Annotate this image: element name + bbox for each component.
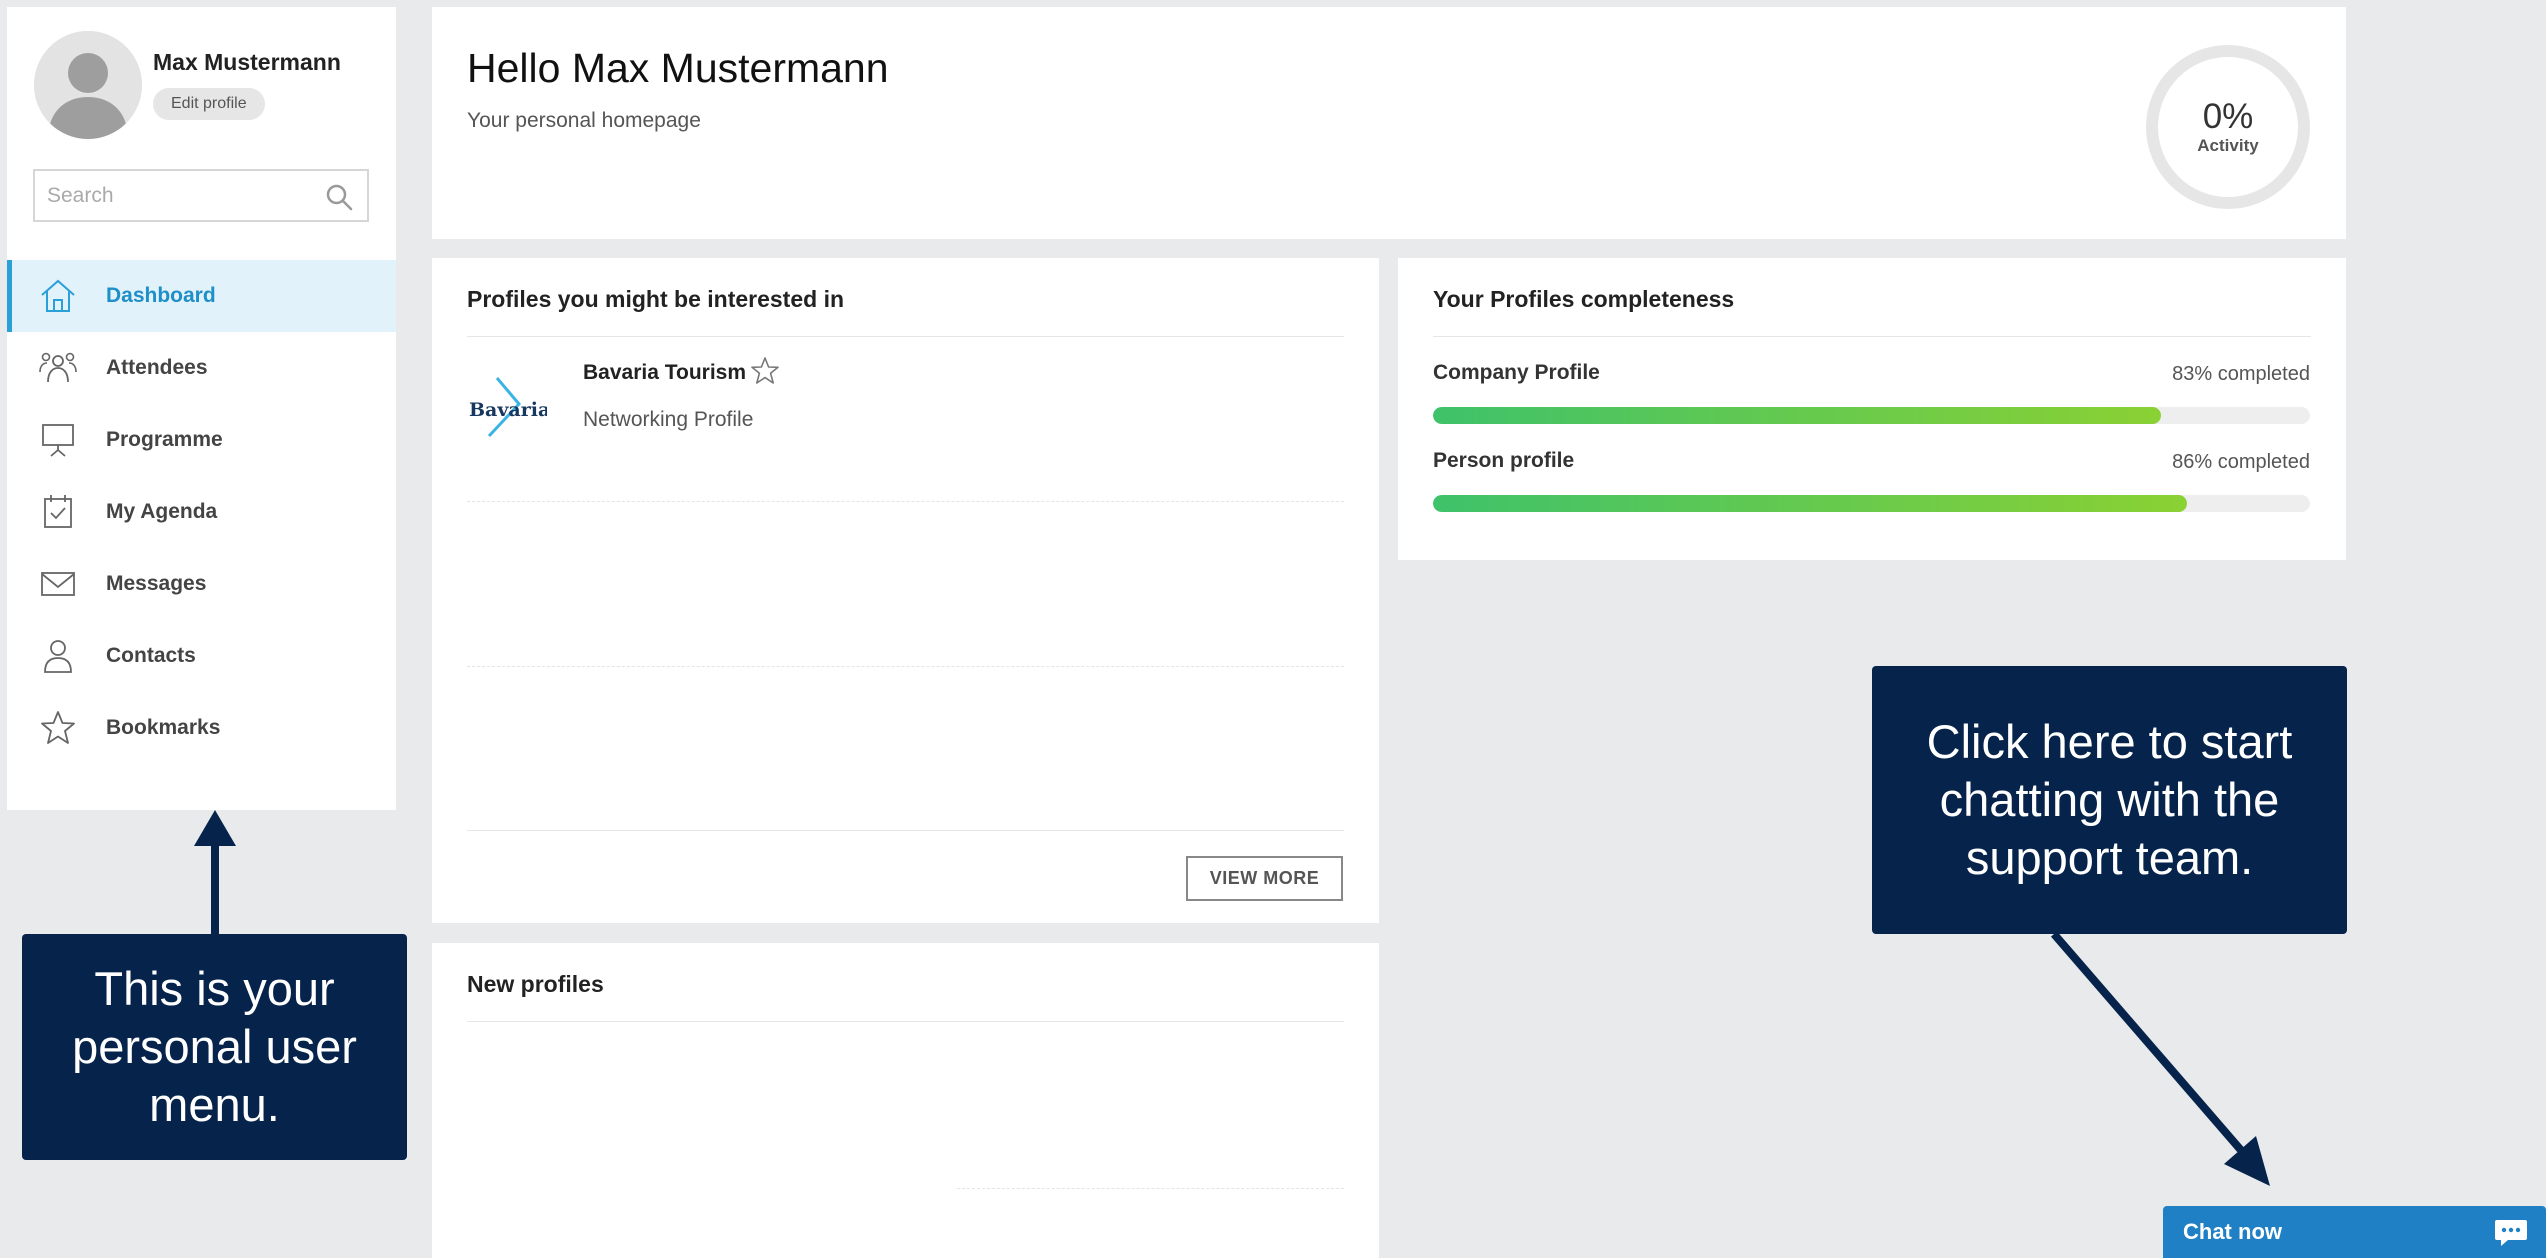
divider xyxy=(467,1021,1344,1022)
chat-bubble-icon xyxy=(2495,1220,2527,1246)
progress-fill xyxy=(1433,495,2188,512)
chat-now-button[interactable]: Chat now xyxy=(2163,1206,2546,1258)
callout-text: This is your personal user menu. xyxy=(72,962,357,1131)
sidebar-item-contacts[interactable]: Contacts xyxy=(7,620,396,692)
bavaria-logo[interactable]: Bavaria xyxy=(467,376,547,440)
search-icon[interactable] xyxy=(325,183,353,211)
search-input[interactable] xyxy=(47,181,307,211)
sidebar-item-label: Messages xyxy=(106,572,207,595)
page-title: Hello Max Mustermann xyxy=(467,45,889,91)
divider xyxy=(1433,336,2311,337)
sidebar-item-programme[interactable]: Programme xyxy=(7,404,396,476)
sidebar-item-label: Bookmarks xyxy=(106,716,221,739)
chat-callout: Click here to start chatting with the su… xyxy=(1872,666,2347,934)
sidebar-item-messages[interactable]: Messages xyxy=(7,548,396,620)
new-profiles-card: New profiles xyxy=(432,943,1379,1258)
sidebar-item-label: Attendees xyxy=(106,356,208,379)
star-icon xyxy=(41,711,75,744)
sidebar-item-label: Programme xyxy=(106,428,223,451)
bookmark-star-icon[interactable] xyxy=(750,356,780,386)
calendar-check-icon xyxy=(44,495,72,528)
logo-text: Bavaria xyxy=(469,399,547,421)
divider xyxy=(957,1188,1344,1189)
activity-value: 0% xyxy=(2202,97,2254,136)
avatar-person-icon xyxy=(34,31,142,139)
search-box xyxy=(33,169,369,222)
person-profile-status: 86% completed xyxy=(2172,451,2310,473)
person-icon xyxy=(44,640,72,673)
view-more-button[interactable]: VIEW MORE xyxy=(1186,856,1343,901)
edit-profile-button[interactable]: Edit profile xyxy=(153,88,265,120)
activity-label: Activity xyxy=(2197,136,2259,155)
card-title: New profiles xyxy=(467,971,604,997)
envelope-icon xyxy=(41,572,75,596)
divider xyxy=(467,666,1344,667)
callout-text: Click here to start chatting with the su… xyxy=(1926,715,2293,884)
company-profile-label: Company Profile xyxy=(1433,361,1600,384)
divider xyxy=(467,336,1344,337)
person-profile-progress xyxy=(1433,495,2310,512)
user-menu-callout: This is your personal user menu. xyxy=(22,934,407,1160)
company-profile-progress xyxy=(1433,407,2310,424)
people-icon xyxy=(39,352,77,383)
page-subtitle: Your personal homepage xyxy=(467,109,701,132)
recommended-profiles-card: Profiles you might be interested in Bava… xyxy=(432,258,1379,923)
presentation-icon xyxy=(42,424,74,457)
sidebar-item-my-agenda[interactable]: My Agenda xyxy=(7,476,396,548)
sidebar-item-bookmarks[interactable]: Bookmarks xyxy=(7,692,396,764)
company-profile-status: 83% completed xyxy=(2172,363,2310,385)
profile-type: Networking Profile xyxy=(583,408,754,431)
progress-fill xyxy=(1433,407,2161,424)
profile-completeness-card: Your Profiles completeness Company Profi… xyxy=(1398,258,2346,560)
user-menu: Dashboard Attendees Programme My Agenda … xyxy=(7,260,396,764)
sidebar-item-attendees[interactable]: Attendees xyxy=(7,332,396,404)
welcome-header: Hello Max Mustermann Your personal homep… xyxy=(432,7,2346,239)
user-name: Max Mustermann xyxy=(153,49,341,75)
activity-gauge: 0% Activity xyxy=(2146,45,2310,209)
card-title: Your Profiles completeness xyxy=(1433,286,1735,312)
home-icon xyxy=(41,279,75,312)
sidebar-item-label: Dashboard xyxy=(106,284,216,307)
sidebar-item-dashboard[interactable]: Dashboard xyxy=(7,260,396,332)
chat-now-label: Chat now xyxy=(2183,1219,2282,1244)
divider xyxy=(467,830,1344,831)
user-sidebar: Max Mustermann Edit profile Dashboard xyxy=(7,7,396,810)
callout-arrow-down xyxy=(2050,931,2270,1186)
callout-arrow-up xyxy=(194,810,236,934)
sidebar-item-label: Contacts xyxy=(106,644,196,667)
person-profile-label: Person profile xyxy=(1433,449,1575,472)
avatar[interactable] xyxy=(34,31,142,139)
sidebar-item-label: My Agenda xyxy=(106,500,218,523)
profile-name[interactable]: Bavaria Tourism xyxy=(583,361,746,385)
divider xyxy=(467,501,1344,502)
card-title: Profiles you might be interested in xyxy=(467,286,845,312)
